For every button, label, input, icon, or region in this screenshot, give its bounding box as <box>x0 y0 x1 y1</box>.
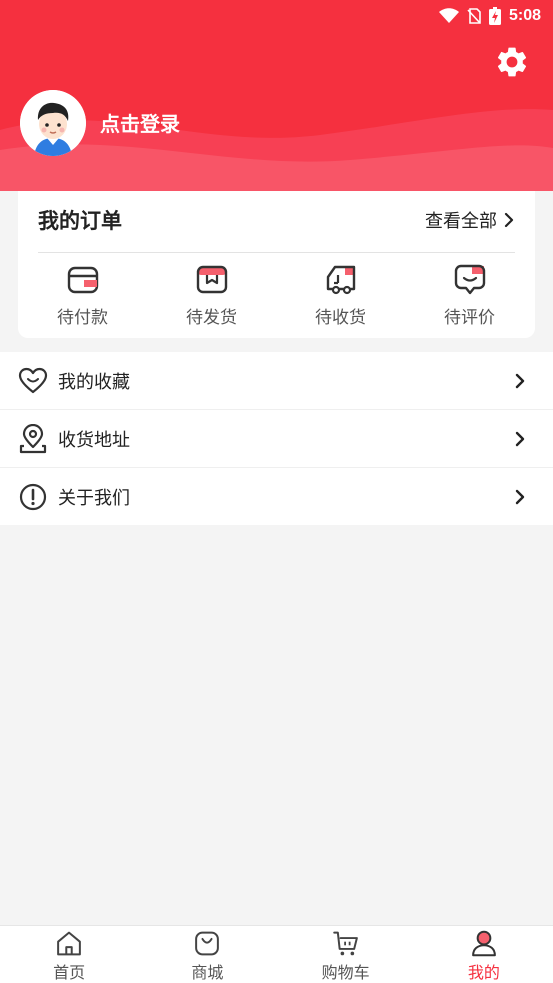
order-status-row: 待付款 待发货 待收货 待评价 <box>18 263 535 331</box>
shopping-bag-icon <box>195 931 220 956</box>
tab-me[interactable]: 我的 <box>415 926 553 983</box>
order-status-pending-shipment[interactable]: 待发货 <box>147 263 276 331</box>
package-icon <box>196 265 227 294</box>
user-icon <box>472 930 496 957</box>
tab-label: 我的 <box>467 963 500 982</box>
info-icon <box>19 483 47 510</box>
menu-item-label: 收货地址 <box>58 429 130 451</box>
chevron-right-icon <box>515 431 525 447</box>
menu-item-label: 我的收藏 <box>58 371 130 393</box>
order-status-label: 待发货 <box>186 308 237 328</box>
truck-icon <box>326 265 355 295</box>
menu-list: 我的收藏 收货地址 关于我们 <box>0 352 553 525</box>
home-icon <box>57 931 81 956</box>
review-icon <box>454 264 485 295</box>
tab-home[interactable]: 首页 <box>0 926 138 983</box>
order-status-label: 待付款 <box>57 308 108 328</box>
wallet-icon <box>67 266 98 294</box>
my-orders-card: 我的订单 查看全部 待付款 待发货 待收货 待评价 <box>18 191 535 338</box>
menu-item-favorites[interactable]: 我的收藏 <box>0 352 553 410</box>
login-link[interactable]: 点击登录 <box>100 108 180 137</box>
order-status-label: 待收货 <box>315 308 366 328</box>
heart-icon <box>18 367 48 393</box>
no-sim-icon <box>467 8 481 24</box>
cartoon-avatar-icon <box>20 90 86 156</box>
order-status-pending-payment[interactable]: 待付款 <box>18 263 147 331</box>
profile-header: 5:08 点击登录 <box>0 0 553 191</box>
location-pin-icon <box>19 423 47 453</box>
tab-label: 首页 <box>53 963 86 982</box>
order-status-pending-receipt[interactable]: 待收货 <box>276 263 405 331</box>
wifi-icon <box>438 8 459 23</box>
tab-mall[interactable]: 商城 <box>138 926 276 983</box>
tab-cart[interactable]: 购物车 <box>277 926 415 983</box>
chevron-right-icon <box>515 373 525 389</box>
menu-item-label: 关于我们 <box>58 487 130 509</box>
chevron-right-icon <box>504 212 514 228</box>
status-bar: 5:08 <box>438 5 541 27</box>
view-all-label: 查看全部 <box>425 211 497 232</box>
menu-item-about[interactable]: 关于我们 <box>0 468 553 525</box>
orders-header: 我的订单 查看全部 <box>38 191 515 253</box>
view-all-orders-link[interactable]: 查看全部 <box>425 207 515 233</box>
settings-gear-icon[interactable] <box>494 44 530 80</box>
avatar[interactable] <box>20 90 86 156</box>
status-time: 5:08 <box>508 7 541 24</box>
chevron-right-icon <box>515 489 525 505</box>
cart-icon <box>332 931 358 956</box>
order-status-label: 待评价 <box>444 308 495 328</box>
menu-item-address[interactable]: 收货地址 <box>0 410 553 468</box>
tab-label: 购物车 <box>321 963 370 982</box>
orders-title: 我的订单 <box>38 209 122 233</box>
battery-charging-icon <box>488 7 501 25</box>
bottom-tab-bar: 首页 商城 购物车 我的 <box>0 925 553 983</box>
order-status-pending-review[interactable]: 待评价 <box>405 263 534 331</box>
header-waves <box>0 109 553 191</box>
tab-label: 商城 <box>191 963 224 982</box>
